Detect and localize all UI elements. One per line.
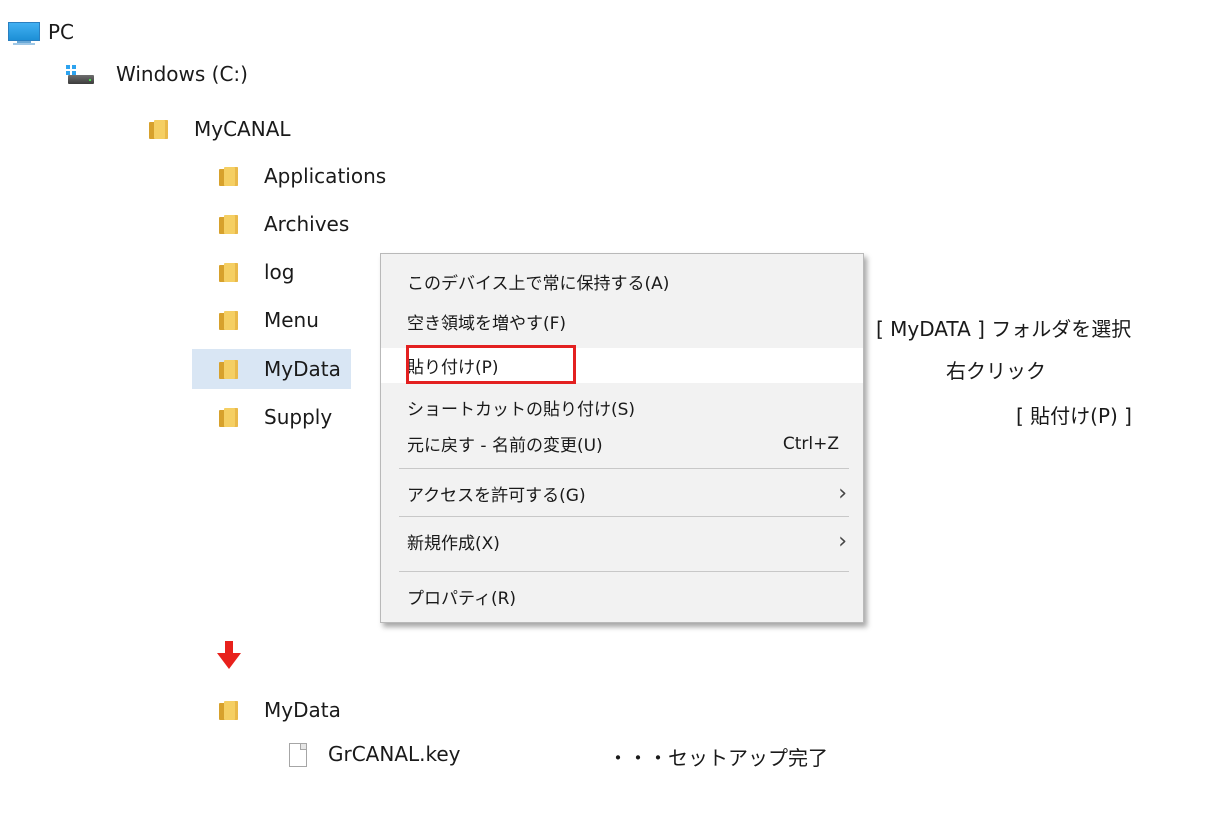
drive-icon (66, 63, 96, 85)
tree-item-label: MyData (264, 357, 341, 381)
tree-item-label: log (264, 260, 295, 284)
folder-icon (218, 358, 240, 380)
tree-item-mydata-result[interactable]: MyData (218, 692, 341, 728)
tree-item-label: Windows (C:) (116, 62, 248, 86)
folder-icon (218, 406, 240, 428)
folder-icon (218, 309, 240, 331)
menu-item-label: ショートカットの貼り付け(S) (407, 400, 636, 420)
file-item-label: GrCANAL.key (328, 742, 461, 766)
menu-item-label: 新規作成(X) (407, 534, 500, 554)
menu-item-properties[interactable]: プロパティ(R) (381, 579, 863, 614)
menu-item-label: このデバイス上で常に保持する(A) (407, 274, 670, 294)
file-item-grcanal-key[interactable]: GrCANAL.key (286, 736, 461, 772)
menu-item-undo-rename[interactable]: 元に戻す - 名前の変更(U) Ctrl+Z (381, 426, 863, 461)
menu-item-always-keep[interactable]: このデバイス上で常に保持する(A) (381, 264, 863, 299)
tree-item-label: MyData (264, 698, 341, 722)
tree-item-applications[interactable]: Applications (218, 158, 386, 194)
menu-item-new[interactable]: 新規作成(X) › (381, 524, 863, 559)
menu-item-label: 元に戻す - 名前の変更(U) (407, 436, 603, 456)
context-menu: このデバイス上で常に保持する(A) 空き領域を増やす(F) 貼り付け(P) ショ… (380, 253, 864, 623)
instruction-paste: [ 貼付け(P) ] (1016, 404, 1132, 428)
folder-icon (218, 699, 240, 721)
setup-complete-caption: ・・・セットアップ完了 (608, 746, 828, 770)
menu-item-label: プロパティ(R) (407, 589, 517, 609)
menu-item-give-access[interactable]: アクセスを許可する(G) › (381, 476, 863, 511)
shortcut-label: Ctrl+Z (782, 433, 839, 454)
folder-icon (148, 118, 170, 140)
chevron-right-icon: › (838, 481, 847, 506)
folder-icon (218, 213, 240, 235)
highlight-box (406, 345, 576, 384)
menu-separator (399, 468, 849, 469)
tree-item-menu[interactable]: Menu (218, 302, 319, 338)
tree-item-label: Archives (264, 212, 350, 236)
menu-separator (399, 516, 849, 517)
menu-item-free-up-space[interactable]: 空き領域を増やす(F) (381, 304, 863, 339)
tree-item-mycanal[interactable]: MyCANAL (148, 111, 291, 147)
tree-item-mydata[interactable]: MyData (192, 349, 351, 389)
tree-item-label: Applications (264, 164, 387, 188)
menu-item-label: 空き領域を増やす(F) (407, 314, 567, 334)
instruction-select-folder: [ MyDATA ] フォルダを選択 (876, 317, 1132, 341)
file-icon (286, 743, 308, 767)
tree-item-label: Menu (264, 308, 319, 332)
tree-item-drive[interactable]: Windows (C:) (66, 56, 248, 92)
folder-icon (218, 261, 240, 283)
tree-item-pc[interactable]: PC (8, 14, 74, 50)
tree-item-supply[interactable]: Supply (218, 399, 332, 435)
chevron-right-icon: › (838, 529, 847, 554)
computer-icon (8, 21, 40, 43)
tree-item-label: Supply (264, 405, 333, 429)
menu-separator (399, 571, 849, 572)
arrow-down-icon (217, 641, 241, 669)
tree-item-label: MyCANAL (194, 117, 291, 141)
tree-item-archives[interactable]: Archives (218, 206, 349, 242)
menu-item-paste-shortcut[interactable]: ショートカットの貼り付け(S) (381, 390, 863, 425)
tree-item-label: PC (48, 20, 75, 44)
folder-icon (218, 165, 240, 187)
tree-item-log[interactable]: log (218, 254, 295, 290)
instruction-right-click: 右クリック (946, 359, 1046, 383)
menu-item-label: アクセスを許可する(G) (407, 486, 586, 506)
